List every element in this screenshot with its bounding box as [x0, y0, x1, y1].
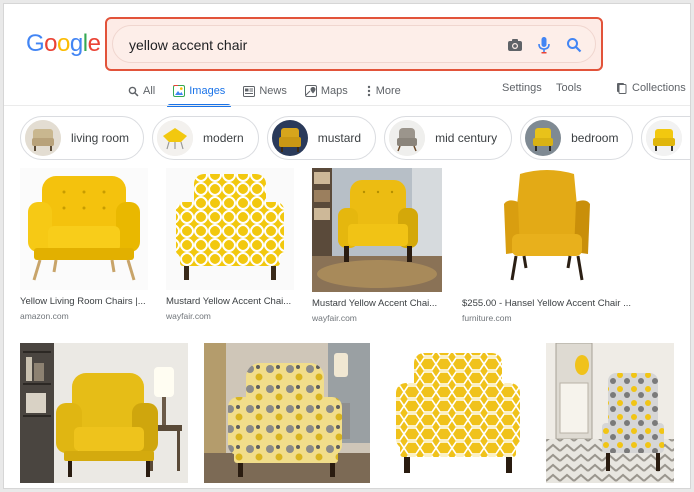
- news-icon: [243, 85, 256, 97]
- logo-letter: g: [69, 30, 83, 57]
- chip-living-room[interactable]: living room: [20, 116, 145, 160]
- result-thumbnail[interactable]: [20, 168, 148, 290]
- map-icon: [304, 85, 317, 97]
- logo-letter: G: [26, 30, 45, 57]
- image-result[interactable]: Mustard Yellow Accent Chai... wayfair.co…: [166, 168, 298, 321]
- tab-label: Images: [189, 85, 226, 97]
- tab-all[interactable]: All: [128, 78, 155, 104]
- image-result[interactable]: [20, 343, 188, 483]
- chip-thumbnail: [157, 120, 194, 156]
- chip-thumbnail: [271, 120, 308, 156]
- search-bar[interactable]: yellow accent chair: [112, 25, 596, 63]
- result-thumbnail[interactable]: [166, 168, 294, 290]
- chip-mustard[interactable]: mustard: [266, 116, 377, 160]
- result-thumbnail[interactable]: [546, 343, 674, 483]
- tab-label: News: [259, 85, 287, 97]
- collections-label: Collections: [632, 82, 686, 94]
- chip-bedroom[interactable]: bedroom: [520, 116, 634, 160]
- search-tabs: All Images News Maps More: [128, 78, 419, 107]
- tab-maps[interactable]: Maps: [304, 78, 348, 104]
- image-result[interactable]: Mustard Yellow Accent Chai... wayfair.co…: [312, 168, 446, 323]
- chip-label: mid century: [435, 131, 498, 145]
- result-thumbnail[interactable]: [312, 168, 442, 292]
- logo-letter: e: [87, 30, 101, 57]
- result-source: wayfair.com: [312, 313, 357, 323]
- result-thumbnail[interactable]: [20, 343, 188, 483]
- result-title[interactable]: Mustard Yellow Accent Chai...: [166, 296, 298, 307]
- chip-thumbnail: [389, 120, 426, 156]
- microphone-icon[interactable]: [534, 35, 554, 55]
- result-thumbnail[interactable]: [204, 343, 370, 483]
- result-thumbnail[interactable]: [462, 168, 632, 292]
- result-title[interactable]: $255.00 - Hansel Yellow Accent Chair ...: [462, 298, 634, 309]
- image-result[interactable]: [546, 343, 674, 483]
- result-title[interactable]: Mustard Yellow Accent Chai...: [312, 298, 446, 309]
- image-result[interactable]: [204, 343, 370, 483]
- logo-letter: o: [44, 30, 58, 57]
- logo-letter: o: [57, 30, 70, 57]
- settings-link[interactable]: Settings: [502, 82, 542, 94]
- chip-thumbnail: [25, 120, 61, 156]
- google-logo[interactable]: Google: [26, 30, 101, 58]
- search-icon[interactable]: [564, 35, 584, 55]
- result-source: furniture.com: [462, 313, 512, 323]
- collections-link[interactable]: Collections: [616, 82, 686, 94]
- related-searches-chips: living room modern mustard mid century b…: [20, 116, 690, 160]
- chip-label: modern: [203, 131, 244, 145]
- result-title[interactable]: Yellow Living Room Chairs |...: [20, 296, 152, 307]
- chip-label: bedroom: [571, 131, 619, 145]
- chip-thumbnail: [646, 120, 683, 156]
- tab-label: All: [143, 85, 156, 97]
- chip-modern[interactable]: modern: [152, 116, 259, 160]
- image-icon: [173, 85, 186, 97]
- tools-link[interactable]: Tools: [556, 82, 582, 94]
- browser-page: Google yellow accent chair All Images Ne…: [3, 3, 691, 489]
- image-result[interactable]: [388, 343, 528, 483]
- tab-more[interactable]: More: [366, 78, 401, 104]
- camera-icon[interactable]: [505, 35, 525, 55]
- chip-label: mustard: [317, 131, 362, 145]
- chip-contemporary[interactable]: conte: [641, 116, 690, 160]
- image-result[interactable]: $255.00 - Hansel Yellow Accent Chair ...…: [462, 168, 634, 323]
- result-thumbnail[interactable]: [388, 343, 528, 483]
- tab-label: Maps: [320, 85, 348, 97]
- search-input[interactable]: yellow accent chair: [129, 37, 247, 53]
- bookmark-icon: [617, 83, 627, 94]
- tab-news[interactable]: News: [243, 78, 287, 104]
- tab-images[interactable]: Images: [167, 78, 232, 107]
- image-result[interactable]: Yellow Living Room Chairs |... amazon.co…: [20, 168, 152, 321]
- more-vert-icon: [367, 85, 370, 97]
- chip-label: living room: [71, 131, 130, 145]
- tabs-divider: [4, 105, 690, 106]
- chip-thumbnail: [525, 120, 562, 156]
- result-source: amazon.com: [20, 311, 69, 321]
- chip-mid-century[interactable]: mid century: [384, 116, 513, 160]
- result-source: wayfair.com: [166, 311, 211, 321]
- tab-label: More: [375, 85, 401, 97]
- search-icon: [128, 86, 139, 97]
